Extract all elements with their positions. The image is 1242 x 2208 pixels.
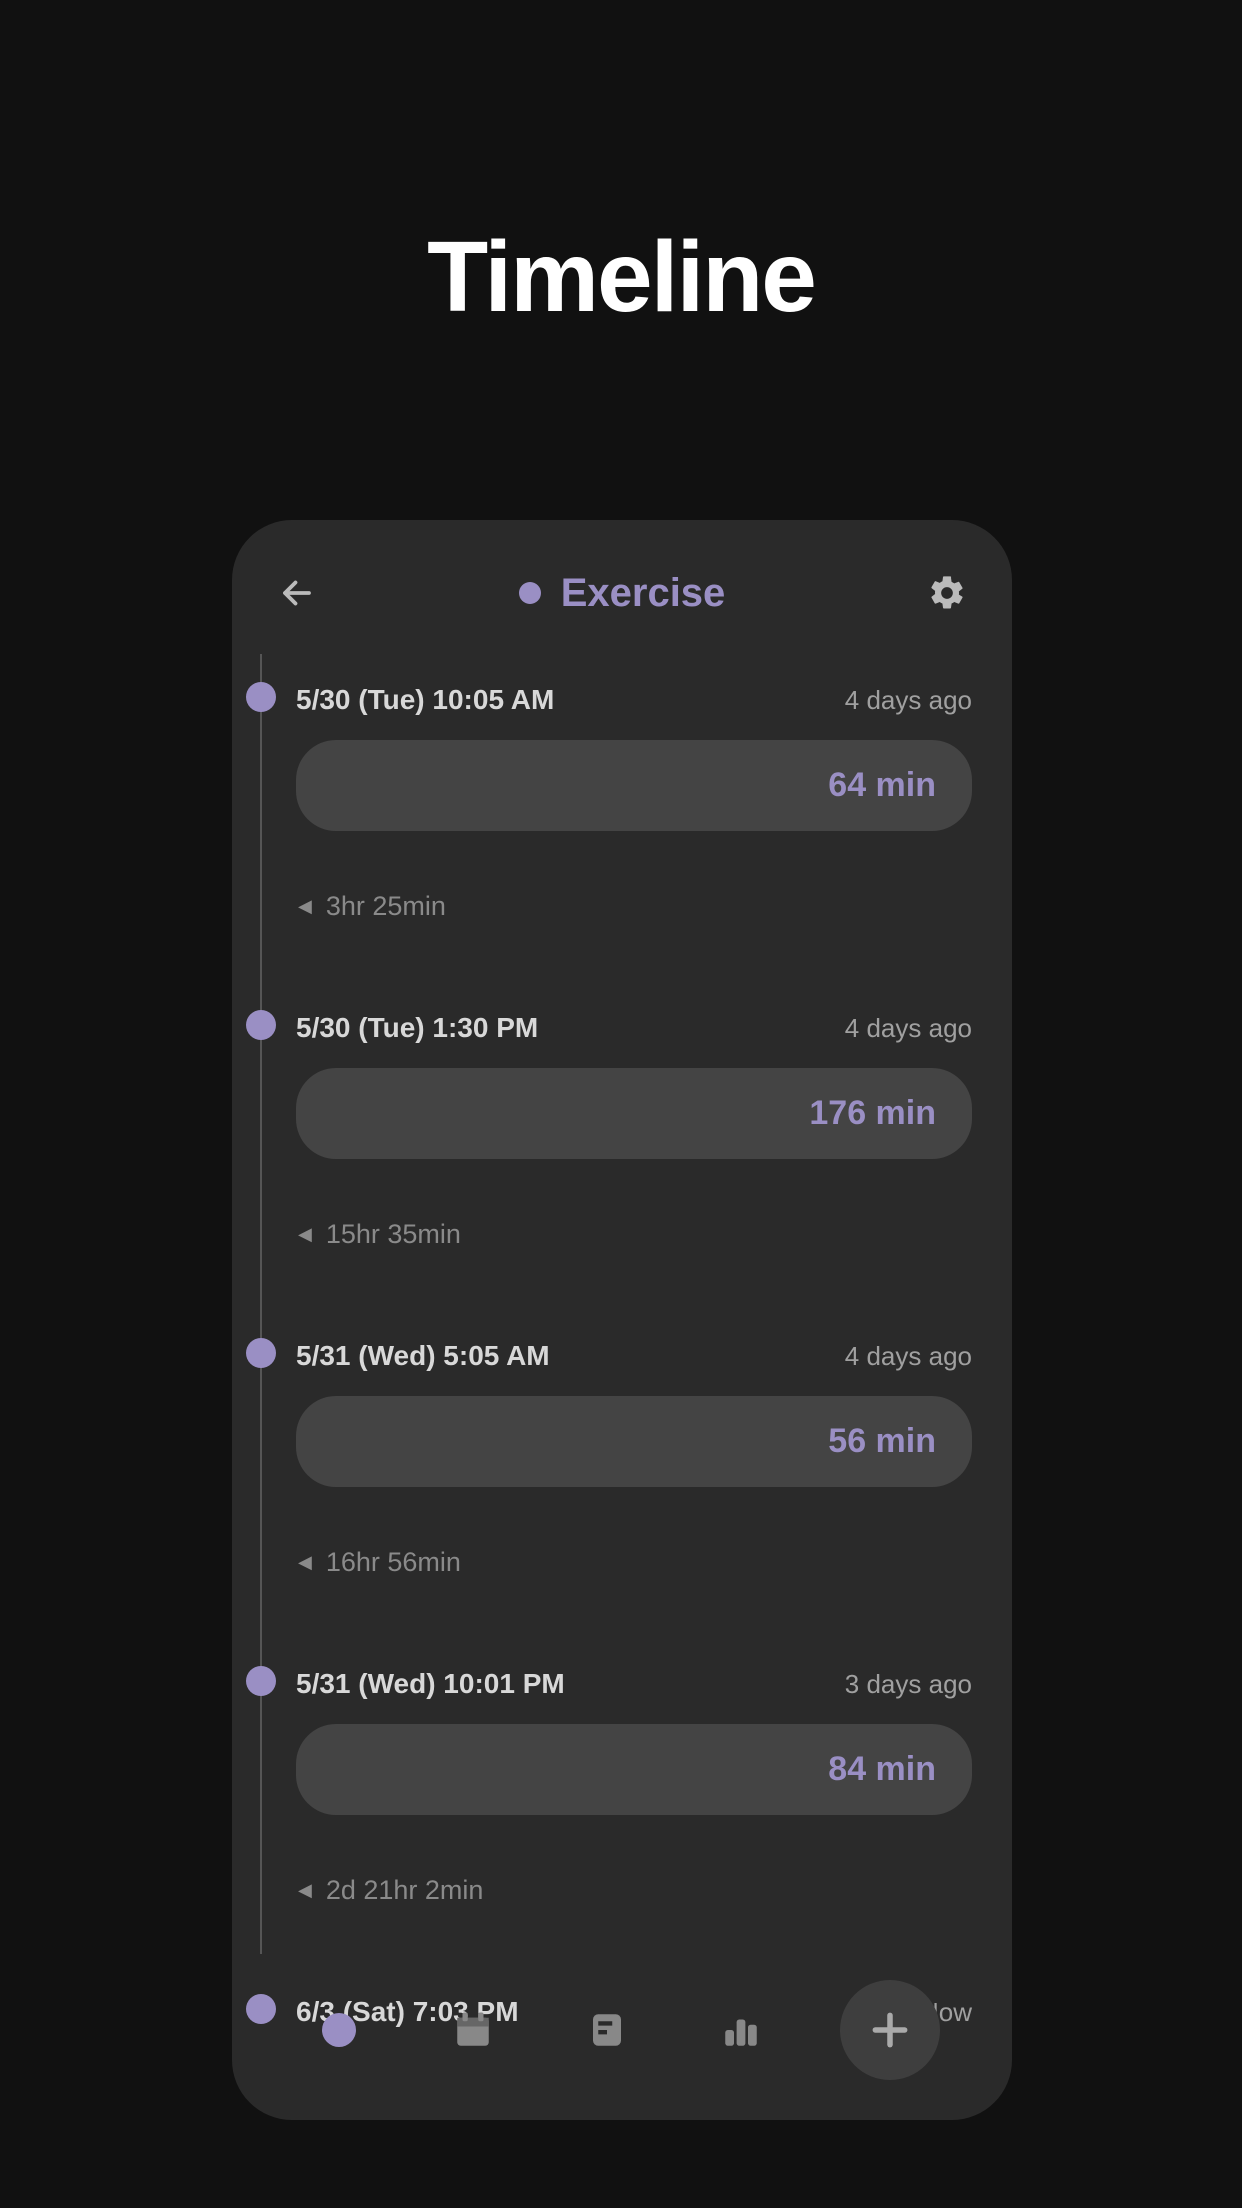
entry-card[interactable]: 84 min — [296, 1724, 972, 1815]
entry-relative-time: 4 days ago — [845, 1341, 972, 1372]
entry-header: 5/30 (Tue) 1:30 PM 4 days ago — [262, 982, 972, 1044]
circle-icon — [322, 2013, 356, 2047]
timeline-content: 5/30 (Tue) 10:05 AM 4 days ago 64 min ◀ … — [232, 654, 1012, 1954]
arrow-left-icon — [279, 575, 315, 611]
gap-duration: 3hr 25min — [326, 891, 446, 922]
entry-dot-icon — [246, 682, 276, 712]
triangle-left-icon: ◀ — [298, 1552, 312, 1573]
plus-icon — [868, 2008, 912, 2052]
bottom-nav — [232, 1980, 1012, 2080]
timeline-entry[interactable]: 5/30 (Tue) 10:05 AM 4 days ago 64 min ◀ … — [262, 654, 972, 922]
page-title: Timeline — [0, 0, 1242, 335]
app-header: Exercise — [232, 520, 1012, 654]
triangle-left-icon: ◀ — [298, 896, 312, 917]
calendar-icon — [452, 2009, 494, 2051]
header-title: Exercise — [519, 571, 726, 616]
timeline-entry[interactable]: 5/31 (Wed) 5:05 AM 4 days ago 56 min ◀ 1… — [262, 1310, 972, 1578]
entry-relative-time: 4 days ago — [845, 1013, 972, 1044]
entry-relative-time: 4 days ago — [845, 685, 972, 716]
entry-gap: ◀ 3hr 25min — [262, 891, 972, 922]
entry-datetime: 5/30 (Tue) 10:05 AM — [296, 684, 554, 716]
entry-dot-icon — [246, 1010, 276, 1040]
nav-stats[interactable] — [706, 1995, 776, 2065]
nav-timeline[interactable] — [304, 1995, 374, 2065]
entry-header: 5/30 (Tue) 10:05 AM 4 days ago — [262, 654, 972, 716]
triangle-left-icon: ◀ — [298, 1880, 312, 1901]
entry-duration: 176 min — [809, 1094, 936, 1133]
entry-header: 5/31 (Wed) 10:01 PM 3 days ago — [262, 1638, 972, 1700]
triangle-left-icon: ◀ — [298, 1224, 312, 1245]
category-dot-icon — [519, 582, 541, 604]
entry-dot-icon — [246, 1666, 276, 1696]
nav-notes[interactable] — [572, 1995, 642, 2065]
entry-gap: ◀ 15hr 35min — [262, 1219, 972, 1250]
gap-duration: 15hr 35min — [326, 1219, 461, 1250]
entry-header: 5/31 (Wed) 5:05 AM 4 days ago — [262, 1310, 972, 1372]
timeline-entry[interactable]: 5/30 (Tue) 1:30 PM 4 days ago 176 min ◀ … — [262, 982, 972, 1250]
entry-datetime: 5/31 (Wed) 10:01 PM — [296, 1668, 565, 1700]
entry-card[interactable]: 176 min — [296, 1068, 972, 1159]
entry-datetime: 5/30 (Tue) 1:30 PM — [296, 1012, 538, 1044]
entry-relative-time: 3 days ago — [845, 1669, 972, 1700]
bar-chart-icon — [720, 2009, 762, 2051]
entry-duration: 56 min — [828, 1422, 936, 1461]
nav-calendar[interactable] — [438, 1995, 508, 2065]
gap-duration: 16hr 56min — [326, 1547, 461, 1578]
category-label: Exercise — [561, 571, 726, 616]
app-frame: Exercise 5/30 (Tue) 10:05 AM 4 days ago … — [232, 520, 1012, 2120]
note-icon — [586, 2009, 628, 2051]
entry-duration: 84 min — [828, 1750, 936, 1789]
entry-duration: 64 min — [828, 766, 936, 805]
entry-gap: ◀ 2d 21hr 2min — [262, 1875, 972, 1906]
entry-dot-icon — [246, 1338, 276, 1368]
timeline-entry[interactable]: 5/31 (Wed) 10:01 PM 3 days ago 84 min ◀ … — [262, 1638, 972, 1906]
entry-card[interactable]: 56 min — [296, 1396, 972, 1487]
entry-card[interactable]: 64 min — [296, 740, 972, 831]
entry-datetime: 5/31 (Wed) 5:05 AM — [296, 1340, 550, 1372]
back-button[interactable] — [272, 568, 322, 618]
gap-duration: 2d 21hr 2min — [326, 1875, 484, 1906]
entry-gap: ◀ 16hr 56min — [262, 1547, 972, 1578]
settings-button[interactable] — [922, 568, 972, 618]
gear-icon — [927, 573, 967, 613]
add-button[interactable] — [840, 1980, 940, 2080]
